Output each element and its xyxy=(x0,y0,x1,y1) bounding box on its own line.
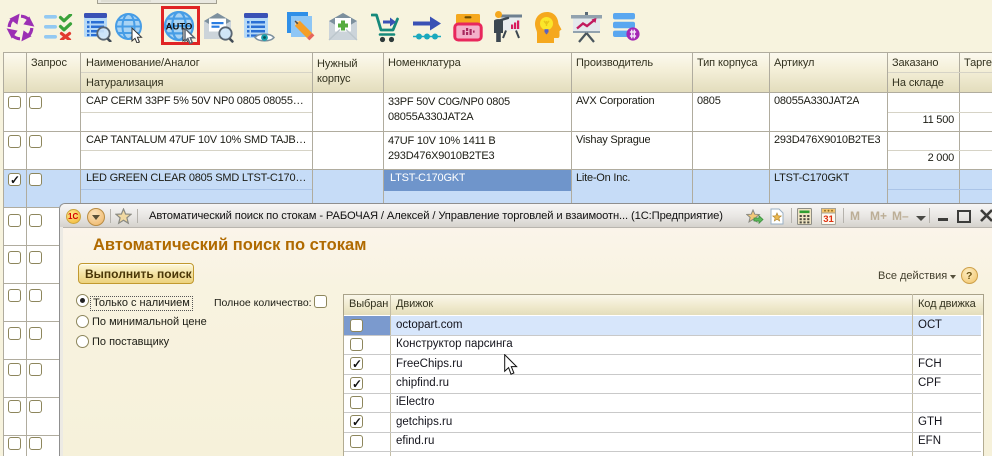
svg-text:31: 31 xyxy=(823,214,834,225)
